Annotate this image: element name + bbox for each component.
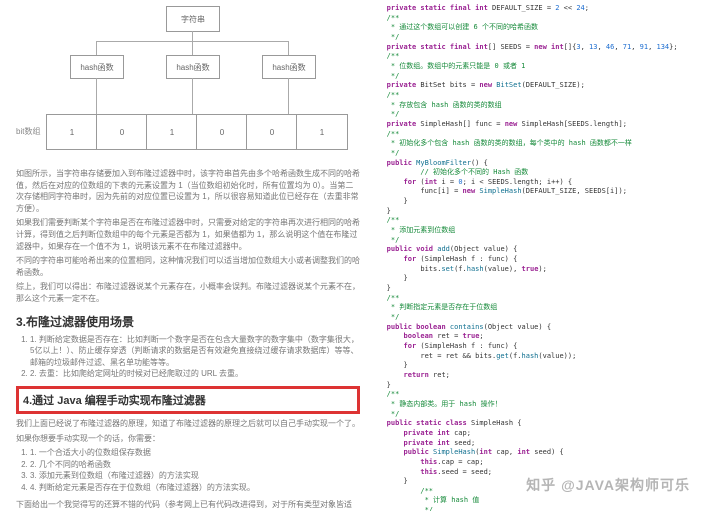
list-item: 1. 一个合适大小的位数组保存数据 <box>30 447 360 459</box>
bit-cell: 1 <box>146 114 198 150</box>
paragraph: 如果我们需要判断某个字符串是否在布隆过滤器中时，只需要对给定的字符串再次进行相同… <box>16 217 360 252</box>
list-item: 2. 去重：比如爬给定网址的时候对已经爬取过的 URL 去重。 <box>30 368 360 380</box>
bit-cell: 0 <box>96 114 148 150</box>
root-node: 字符串 <box>166 6 220 32</box>
hash-diagram: 字符串 hash函数 hash函数 hash函数 bit数组 1 0 1 0 0… <box>16 6 360 164</box>
list-item: 1. 判断给定数据是否存在：比如判断一个数字是否在包含大量数字的数字集中（数字集… <box>30 334 360 369</box>
highlighted-heading-box: 4.通过 Java 编程手动实现布隆过滤器 <box>16 386 360 414</box>
hash-node: hash函数 <box>166 55 220 79</box>
bit-cell: 1 <box>46 114 98 150</box>
bit-cell: 0 <box>196 114 248 150</box>
hash-node: hash函数 <box>262 55 316 79</box>
article-column: 字符串 hash函数 hash函数 hash函数 bit数组 1 0 1 0 0… <box>0 0 370 511</box>
list-item: 2. 几个不同的哈希函数 <box>30 459 360 471</box>
code-block: private static final int DEFAULT_SIZE = … <box>374 4 712 511</box>
section-heading: 3.布隆过滤器使用场景 <box>16 313 360 330</box>
list-item: 3. 添加元素到位数组（布隆过滤器）的方法实现 <box>30 470 360 482</box>
paragraph: 如图所示，当字符串存储要加入到布隆过滤器中时，该字符串首先由多个哈希函数生成不同… <box>16 168 360 214</box>
bit-array-label: bit数组 <box>16 126 40 137</box>
paragraph: 不同的字符串可能哈希出来的位置相同，这种情况我们可以适当增加位数组大小或者调整我… <box>16 255 360 278</box>
code-column: private static final int DEFAULT_SIZE = … <box>370 0 720 511</box>
bit-cell: 0 <box>246 114 298 150</box>
paragraph: 如果你想要手动实现一个的话，你需要： <box>16 433 360 445</box>
paragraph: 下面给出一个我觉得写的还算不错的代码（参考网上已有代码改进得到，对于所有类型对象… <box>16 499 360 511</box>
impl-steps-list: 1. 一个合适大小的位数组保存数据 2. 几个不同的哈希函数 3. 添加元素到位… <box>30 447 360 493</box>
section-heading: 4.通过 Java 编程手动实现布隆过滤器 <box>23 392 353 408</box>
use-case-list: 1. 判断给定数据是否存在：比如判断一个数字是否在包含大量数字的数字集中（数字集… <box>30 334 360 380</box>
hash-node: hash函数 <box>70 55 124 79</box>
paragraph: 我们上面已经说了布隆过滤器的原理，知道了布隆过滤器的原理之后就可以自己手动实现一… <box>16 418 360 430</box>
list-item: 4. 判断给定元素是否存在于位数组（布隆过滤器）的方法实现。 <box>30 482 360 494</box>
paragraph: 综上，我们可以得出：布隆过滤器说某个元素存在，小概率会误判。布隆过滤器说某个元素… <box>16 281 360 304</box>
bit-cell: 1 <box>296 114 348 150</box>
